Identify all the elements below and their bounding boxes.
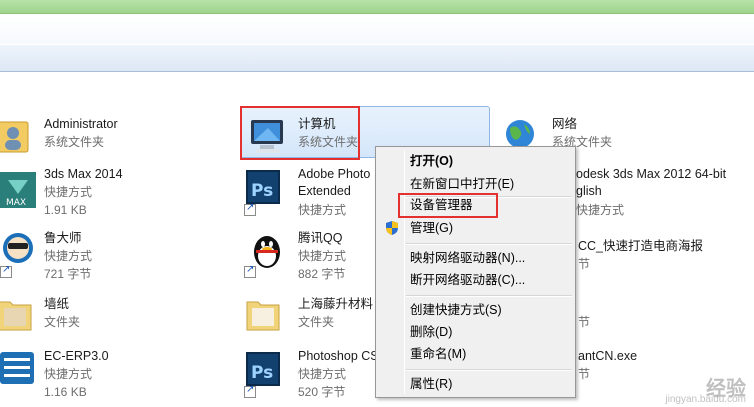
file-item-photoshop-cs[interactable]: Ps Photoshop CS 快捷方式 520 字节 bbox=[244, 346, 379, 402]
file-size: 721 字节 bbox=[44, 267, 92, 281]
3ds-max-icon: MAX bbox=[0, 172, 36, 208]
file-name: 3ds Max 2014 bbox=[44, 167, 123, 181]
file-item-3dsmax2014[interactable]: MAX 3ds Max 2014 快捷方式 1.91 KB bbox=[0, 164, 230, 220]
file-name: Administrator bbox=[44, 117, 118, 131]
watermark: 经验 jingyan.baidu.com bbox=[665, 372, 746, 405]
menu-separator bbox=[406, 243, 572, 245]
file-type: 文件夹 bbox=[44, 315, 81, 329]
file-type: 系统文件夹 bbox=[44, 135, 105, 149]
file-name: 上海藤升材料 bbox=[298, 297, 374, 311]
file-name: 墙纸 bbox=[44, 297, 70, 311]
file-item-administrator[interactable]: Administrator 系统文件夹 bbox=[0, 112, 230, 158]
file-size: 882 字节 bbox=[298, 267, 346, 281]
device-manager-highlight-box bbox=[398, 193, 498, 218]
folder-icon bbox=[0, 301, 32, 331]
file-name: antCN.exe bbox=[578, 349, 638, 363]
window-title-band bbox=[0, 0, 754, 14]
file-name: EC-ERP3.0 bbox=[44, 349, 109, 363]
file-type: 快捷方式 bbox=[44, 249, 93, 263]
menu-item-disconnect-network-drive[interactable]: 断开网络驱动器(C)... bbox=[378, 269, 573, 291]
svg-text:Ps: Ps bbox=[251, 181, 273, 201]
svg-text:Ps: Ps bbox=[251, 363, 273, 383]
file-type: 快捷方式 bbox=[298, 249, 347, 263]
file-size: 520 字节 bbox=[298, 385, 346, 399]
explorer-toolbar bbox=[0, 44, 754, 72]
context-menu: 打开(O) 在新窗口中打开(E) 设备管理器 管理(G) 映射网络驱动器(N).… bbox=[375, 146, 576, 398]
file-name: Photoshop CS bbox=[298, 349, 379, 363]
file-name: 腾讯QQ bbox=[298, 231, 343, 245]
file-type: 快捷方式 bbox=[576, 203, 625, 217]
file-size: 1.16 KB bbox=[44, 385, 87, 399]
uac-shield-icon bbox=[386, 221, 398, 235]
file-name-line2: glish bbox=[576, 184, 602, 198]
file-name: 鲁大师 bbox=[44, 231, 82, 245]
file-item-qq[interactable]: 腾讯QQ 快捷方式 882 字节 bbox=[244, 228, 384, 284]
file-type: 快捷方式 bbox=[44, 367, 93, 381]
file-name: 网络 bbox=[552, 117, 578, 131]
svg-text:MAX: MAX bbox=[6, 198, 26, 208]
file-type: 快捷方式 bbox=[44, 185, 93, 199]
file-name: CC_快速打造电商海报 bbox=[578, 239, 704, 253]
menu-item-open-new-window[interactable]: 在新窗口中打开(E) bbox=[378, 173, 573, 195]
file-name-line1: Adobe Photo bbox=[298, 167, 371, 181]
user-folder-icon bbox=[0, 121, 29, 153]
file-item-3dsmax2012[interactable]: odesk 3ds Max 2012 64-bit glish 快捷方式 bbox=[574, 164, 754, 220]
watermark-url: jingyan.baidu.com bbox=[665, 394, 746, 405]
shortcut-arrow-icon bbox=[244, 264, 256, 278]
file-item-ludashi[interactable]: 鲁大师 快捷方式 721 字节 bbox=[0, 228, 230, 284]
file-type: 文件夹 bbox=[298, 315, 335, 329]
file-type: 快捷方式 bbox=[298, 203, 347, 217]
menu-item-label: 管理(G) bbox=[410, 221, 454, 235]
menu-item-open[interactable]: 打开(O) bbox=[378, 150, 573, 172]
file-item-wallpaper[interactable]: 墙纸 文件夹 bbox=[0, 290, 230, 336]
file-item-ec-erp[interactable]: EC-ERP3.0 快捷方式 1.16 KB bbox=[0, 346, 230, 402]
menu-item-create-shortcut[interactable]: 创建快捷方式(S) bbox=[378, 299, 573, 321]
menu-separator bbox=[406, 295, 572, 297]
file-name-line1: odesk 3ds Max 2012 64-bit bbox=[576, 167, 727, 181]
file-item-cc-poster[interactable]: CC_快速打造电商海报 节 bbox=[578, 232, 754, 272]
file-type: 节 bbox=[578, 315, 591, 329]
erp-icon bbox=[0, 352, 34, 384]
folder-icon bbox=[246, 301, 280, 331]
file-size: 1.91 KB bbox=[44, 203, 87, 217]
file-name-line2: Extended bbox=[298, 184, 351, 198]
shortcut-arrow-icon bbox=[0, 264, 12, 278]
menu-item-properties[interactable]: 属性(R) bbox=[378, 373, 573, 395]
file-type: 节 bbox=[578, 367, 591, 381]
file-type: 节 bbox=[578, 257, 591, 271]
menu-item-map-network-drive[interactable]: 映射网络驱动器(N)... bbox=[378, 247, 573, 269]
file-item-unnamed[interactable]: 节 bbox=[578, 296, 754, 336]
menu-separator bbox=[406, 369, 572, 371]
shortcut-arrow-icon bbox=[244, 384, 256, 398]
address-area bbox=[0, 14, 754, 44]
menu-item-delete[interactable]: 删除(D) bbox=[378, 321, 573, 343]
menu-item-manage[interactable]: 管理(G) bbox=[378, 217, 573, 239]
computer-highlight-box bbox=[240, 106, 360, 160]
file-type: 快捷方式 bbox=[298, 367, 347, 381]
file-item-shanghai-tengsheng[interactable]: 上海藤升材料 文件夹 bbox=[244, 290, 376, 336]
file-item-adobe-photoshop-extended[interactable]: Ps Adobe Photo Extended 快捷方式 bbox=[244, 164, 384, 220]
shortcut-arrow-icon bbox=[244, 202, 256, 216]
menu-item-rename[interactable]: 重命名(M) bbox=[378, 343, 573, 365]
